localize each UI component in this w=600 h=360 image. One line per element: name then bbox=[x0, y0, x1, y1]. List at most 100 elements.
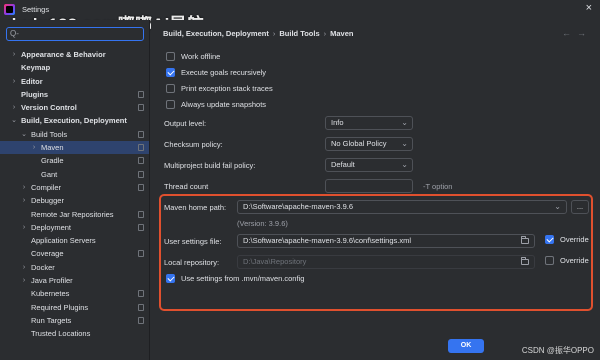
sidebar-item[interactable]: Kubernetes bbox=[0, 287, 149, 300]
sidebar-item[interactable]: › Version Control bbox=[0, 101, 149, 114]
sidebar-item[interactable]: Plugins bbox=[0, 88, 149, 101]
project-settings-icon bbox=[138, 130, 144, 138]
sidebar-item[interactable]: › Compiler bbox=[0, 181, 149, 194]
chevron-icon[interactable]: › bbox=[20, 221, 28, 234]
work-offline-checkbox[interactable] bbox=[166, 51, 175, 61]
fail-policy-label: Multiproject build fail policy: bbox=[164, 161, 256, 170]
chevron-icon[interactable]: › bbox=[10, 48, 18, 61]
always-update-option[interactable]: Always update snapshots bbox=[166, 99, 266, 111]
sidebar-item[interactable]: › Editor bbox=[0, 75, 149, 88]
chevron-icon[interactable]: › bbox=[20, 194, 28, 207]
sidebar-item-label: Maven bbox=[41, 143, 64, 153]
user-settings-override[interactable]: Override bbox=[545, 234, 589, 246]
sidebar-item-label: Editor bbox=[21, 76, 43, 86]
execute-goals-checkbox[interactable] bbox=[166, 67, 175, 77]
back-arrow-icon[interactable]: ← bbox=[562, 28, 577, 38]
folder-icon[interactable] bbox=[521, 257, 529, 265]
chevron-icon[interactable]: › bbox=[20, 261, 28, 274]
fail-policy-select[interactable]: Default ⌄ bbox=[325, 158, 413, 172]
forward-arrow-icon[interactable]: → bbox=[577, 28, 592, 38]
always-update-label: Always update snapshots bbox=[181, 100, 267, 110]
settings-sidebar: Q- › Appearance & Behavior Keymap › Editor Pl… bbox=[0, 20, 150, 360]
output-level-value: Info bbox=[331, 118, 344, 127]
sidebar-item[interactable]: › Appearance & Behavior bbox=[0, 48, 149, 61]
search-input[interactable]: Q- bbox=[6, 27, 144, 41]
user-settings-override-checkbox[interactable] bbox=[545, 234, 554, 244]
sidebar-item[interactable]: Gradle bbox=[0, 154, 149, 167]
thread-count-label: Thread count bbox=[164, 182, 209, 191]
sidebar-item[interactable]: › Java Profiler bbox=[0, 274, 149, 287]
sidebar-item[interactable]: Coverage bbox=[0, 247, 149, 260]
close-icon[interactable]: × bbox=[586, 2, 592, 14]
sidebar-item[interactable]: Keymap bbox=[0, 61, 149, 74]
work-offline-option[interactable]: Work offline bbox=[166, 51, 220, 63]
use-mvn-config-label: Use settings from .mvn/maven.config bbox=[181, 274, 305, 284]
maven-home-value: D:\Software\apache-maven-3.9.6 bbox=[243, 202, 354, 211]
sidebar-item[interactable]: ⌄ Build, Execution, Deployment bbox=[0, 114, 149, 127]
chevron-icon[interactable]: › bbox=[30, 141, 38, 154]
chevron-down-icon: ⌄ bbox=[401, 139, 408, 148]
chevron-icon[interactable]: › bbox=[20, 274, 28, 287]
checksum-policy-select[interactable]: No Global Policy ⌄ bbox=[325, 137, 413, 151]
sidebar-item[interactable]: Gant bbox=[0, 168, 149, 181]
output-level-select[interactable]: Info ⌄ bbox=[325, 116, 413, 130]
chevron-icon[interactable]: › bbox=[10, 75, 18, 88]
sidebar-item-label: Docker bbox=[31, 262, 55, 272]
breadcrumb-separator: › bbox=[272, 29, 276, 38]
sidebar-item[interactable]: › Docker bbox=[0, 261, 149, 274]
chevron-icon[interactable]: › bbox=[10, 101, 18, 114]
sidebar-item[interactable]: › Maven bbox=[0, 141, 149, 155]
sidebar-item[interactable]: Application Servers bbox=[0, 234, 149, 247]
chevron-icon[interactable]: ⌄ bbox=[20, 128, 28, 141]
breadcrumb-separator: › bbox=[323, 29, 327, 38]
use-mvn-config-option[interactable]: Use settings from .mvn/maven.config bbox=[166, 273, 304, 285]
project-settings-icon bbox=[138, 290, 144, 298]
print-stack-option[interactable]: Print exception stack traces bbox=[166, 83, 273, 95]
sidebar-item[interactable]: › Debugger bbox=[0, 194, 149, 207]
intellij-logo-icon bbox=[4, 4, 15, 15]
watermark-corner: CSDN @振华OPPO bbox=[521, 346, 594, 355]
print-stack-checkbox[interactable] bbox=[166, 83, 175, 93]
local-repo-override-checkbox[interactable] bbox=[545, 255, 554, 265]
settings-tree: › Appearance & Behavior Keymap › Editor Plugi… bbox=[0, 48, 149, 341]
sidebar-item[interactable]: Run Targets bbox=[0, 314, 149, 327]
thread-count-input[interactable] bbox=[325, 179, 413, 193]
always-update-checkbox[interactable] bbox=[166, 99, 175, 109]
chevron-icon[interactable]: › bbox=[20, 181, 28, 194]
project-settings-icon bbox=[138, 157, 144, 165]
nav-arrows: ←→ bbox=[562, 28, 592, 38]
maven-version-text: (Version: 3.9.6) bbox=[237, 219, 288, 228]
chevron-icon[interactable]: ⌄ bbox=[10, 114, 18, 127]
sidebar-item[interactable]: Trusted Locations bbox=[0, 327, 149, 340]
local-repo-input[interactable]: D:\Java\Repository bbox=[237, 255, 535, 269]
checksum-policy-label: Checksum policy: bbox=[164, 140, 223, 149]
chevron-down-icon: ⌄ bbox=[554, 202, 561, 211]
sidebar-item[interactable]: › Deployment bbox=[0, 221, 149, 234]
project-settings-icon bbox=[138, 223, 144, 231]
local-repo-override[interactable]: Override bbox=[545, 255, 589, 267]
maven-home-combo[interactable]: D:\Software\apache-maven-3.9.6 ⌄ bbox=[237, 200, 567, 214]
sidebar-item-label: Run Targets bbox=[31, 315, 72, 325]
use-mvn-config-checkbox[interactable] bbox=[166, 273, 175, 283]
project-settings-icon bbox=[138, 250, 144, 258]
execute-goals-option[interactable]: Execute goals recursively bbox=[166, 67, 266, 79]
sidebar-item-label: Keymap bbox=[21, 63, 51, 73]
ok-button[interactable]: OK bbox=[448, 339, 484, 353]
sidebar-item-label: Trusted Locations bbox=[31, 329, 91, 339]
output-level-label: Output level: bbox=[164, 119, 207, 128]
sidebar-item-label: Gradle bbox=[41, 156, 64, 166]
folder-icon[interactable] bbox=[521, 236, 529, 244]
user-settings-input[interactable]: D:\Software\apache-maven-3.9.6\conf\sett… bbox=[237, 234, 535, 248]
sidebar-item[interactable]: Required Plugins bbox=[0, 301, 149, 314]
browse-button[interactable]: ... bbox=[571, 200, 589, 214]
sidebar-item-label: Compiler bbox=[31, 182, 62, 192]
sidebar-item[interactable]: Remote Jar Repositories bbox=[0, 208, 149, 221]
sidebar-item-label: Plugins bbox=[21, 89, 49, 99]
breadcrumb: Build, Execution, Deployment › Build Tools… bbox=[163, 29, 353, 38]
sidebar-item-label: Gant bbox=[41, 169, 58, 179]
sidebar-item[interactable]: ⌄ Build Tools bbox=[0, 128, 149, 141]
sidebar-item-label: Version Control bbox=[21, 103, 77, 113]
execute-goals-label: Execute goals recursively bbox=[181, 68, 267, 78]
maven-home-label: Maven home path: bbox=[164, 203, 227, 212]
sidebar-item-label: Kubernetes bbox=[31, 289, 70, 299]
